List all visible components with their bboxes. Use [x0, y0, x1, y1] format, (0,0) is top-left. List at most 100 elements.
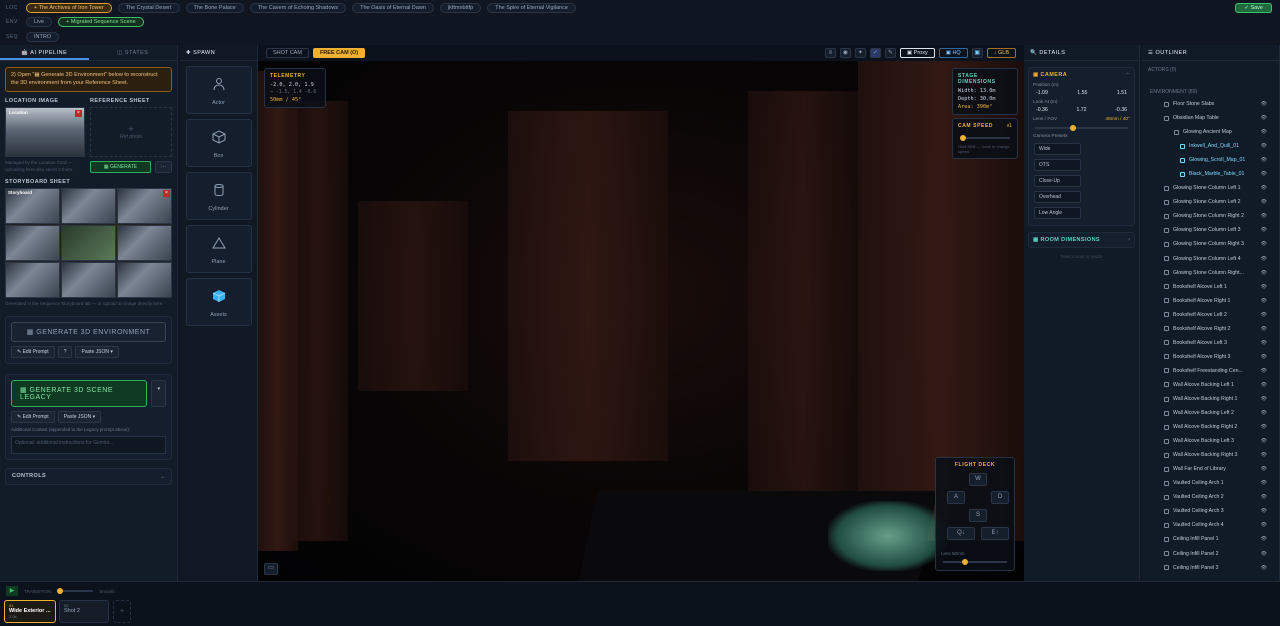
visibility-icon[interactable]: 👁	[1261, 536, 1267, 542]
outliner-item[interactable]: Wall Alcove Backing Left 1 👁	[1142, 378, 1279, 392]
visibility-icon[interactable]: 👁	[1261, 382, 1267, 388]
outliner-item[interactable]: Vaulted Ceiling Arch 3 👁	[1142, 504, 1279, 518]
outliner-item[interactable]: Vaulted Ceiling Arch 1 👁	[1142, 476, 1279, 490]
visibility-icon[interactable]: 👁	[1261, 522, 1267, 528]
outliner-item[interactable]: Floor Stone Slabs 👁	[1142, 97, 1279, 111]
env-tab-live[interactable]: Live	[26, 16, 53, 27]
outliner-item[interactable]: Vaulted Ceiling Arch 2 👁	[1142, 490, 1279, 504]
outliner-item[interactable]: Bookshelf Alcove Left 2 👁	[1142, 308, 1279, 322]
pen-icon[interactable]: ✓	[869, 48, 881, 58]
chevron-icon[interactable]: ⌃	[1125, 72, 1130, 79]
tab-shot-cam[interactable]: SHOT CAM	[266, 48, 309, 58]
outliner-item[interactable]: Wall Alcove Backing Right 3 👁	[1142, 448, 1279, 462]
generate-button[interactable]: ▦ GENERATE	[90, 161, 151, 174]
tab-ai-pipeline[interactable]: 🤖 AI PIPELINE	[0, 45, 89, 60]
3d-viewport[interactable]: SHOT CAM FREE CAM (O) ≡ ◉ ✦ ✓ ✎ ▣ Proxy …	[258, 45, 1024, 581]
grid-icon[interactable]: ≡	[824, 48, 836, 58]
visibility-icon[interactable]: 👁	[1261, 171, 1267, 177]
glb-button[interactable]: ↓ GLB	[986, 48, 1016, 58]
outliner-item[interactable]: Vaulted Ceiling Arch 4 👁	[1142, 518, 1279, 532]
legacy-dropdown-button[interactable]: ▾	[151, 379, 166, 407]
tab-states[interactable]: ◫ STATES	[89, 45, 178, 60]
location-tab[interactable]: jkftmnbttfp	[439, 2, 482, 13]
visibility-icon[interactable]: 👁	[1261, 368, 1267, 374]
spawn-assets[interactable]: Assets	[185, 278, 252, 326]
preset-low-angle[interactable]: Low Angle	[1034, 207, 1081, 219]
visibility-icon[interactable]: 👁	[1261, 326, 1267, 332]
visibility-icon[interactable]: 👁	[1261, 312, 1267, 318]
spawn-cylinder[interactable]: Cylinder	[185, 172, 252, 220]
outliner-item[interactable]: Wall Alcove Backing Right 1 👁	[1142, 392, 1279, 406]
outliner-item[interactable]: Bookshelf Alcove Left 1 👁	[1142, 280, 1279, 294]
visibility-icon[interactable]: 👁	[1261, 227, 1267, 233]
visibility-icon[interactable]: 👁	[1261, 270, 1267, 276]
preset-close-up[interactable]: Close-Up	[1034, 175, 1081, 187]
location-tab[interactable]: The Cavern of Echoing Shadows	[249, 2, 347, 13]
visibility-icon[interactable]: 👁	[1261, 354, 1267, 360]
generate-3d-environment-button[interactable]: ▦ GENERATE 3D ENVIRONMENT	[11, 321, 166, 342]
position-values[interactable]: -1.09 1.55 1.51	[1033, 90, 1130, 96]
lens-slider[interactable]	[943, 559, 1007, 565]
key-q[interactable]: Q↓	[947, 527, 975, 540]
visibility-icon[interactable]: 👁	[1261, 213, 1267, 219]
visibility-icon[interactable]: 👁	[1261, 199, 1267, 205]
visibility-icon[interactable]: 👁	[1261, 115, 1267, 121]
seq-tab-intro[interactable]: INTRO	[26, 31, 60, 42]
reference-upload[interactable]: + Ref photo	[90, 107, 172, 158]
outliner-item[interactable]: Wall Alcove Backing Left 3 👁	[1142, 434, 1279, 448]
visibility-icon[interactable]: 👁	[1261, 452, 1267, 458]
visibility-icon[interactable]: 👁	[1261, 565, 1267, 571]
location-tab[interactable]: The Bone Palace	[185, 2, 244, 13]
key-d[interactable]: D	[991, 491, 1009, 504]
delete-icon[interactable]: ×	[75, 110, 82, 118]
outliner-item[interactable]: Glowing Stone Column Right 3 👁	[1142, 237, 1279, 251]
outliner-item[interactable]: Glowing Stone Column Left 1 👁	[1142, 181, 1279, 195]
outliner-item[interactable]: Black_Marble_Table_01 👁	[1142, 167, 1279, 181]
location-tab[interactable]: + The Archives of Iron Tower	[26, 2, 112, 13]
palette-icon[interactable]: ◉	[839, 48, 851, 58]
outliner-item[interactable]: Bookshelf Alcove Right 1 👁	[1142, 294, 1279, 308]
delete-icon[interactable]: ×	[163, 190, 170, 198]
outliner-item[interactable]: Glowing_Scroll_Map_01 👁	[1142, 153, 1279, 167]
visibility-icon[interactable]: 👁	[1261, 424, 1267, 430]
visibility-icon[interactable]: 👁	[1261, 298, 1267, 304]
look-z[interactable]: -0.36	[1115, 107, 1127, 113]
outliner-item[interactable]: Glowing Stone Column Left 2 👁	[1142, 195, 1279, 209]
spawn-actor[interactable]: Actor	[185, 66, 252, 114]
lens-fov-slider[interactable]	[1035, 125, 1128, 131]
paste-json-button[interactable]: Paste JSON ▾	[75, 345, 119, 358]
pos-x[interactable]: -1.09	[1036, 90, 1048, 96]
visibility-icon[interactable]: 👁	[1261, 241, 1267, 247]
screen-icon[interactable]: ▭	[264, 563, 278, 575]
visibility-icon[interactable]: 👁	[1261, 129, 1267, 135]
visibility-icon[interactable]: 👁	[1261, 284, 1267, 290]
visibility-icon[interactable]: 👁	[1261, 466, 1267, 472]
visibility-icon[interactable]: 👁	[1261, 494, 1267, 500]
preset-overhead[interactable]: Overhead	[1034, 191, 1081, 203]
room-dimensions-section[interactable]: ▦ ROOM DIMENSIONS ›	[1028, 232, 1135, 248]
outliner-item[interactable]: Wall Alcove Backing Right 2 👁	[1142, 420, 1279, 434]
play-icon[interactable]: ▶	[6, 586, 18, 596]
visibility-icon[interactable]: 👁	[1261, 157, 1267, 163]
visibility-icon[interactable]: 👁	[1261, 396, 1267, 402]
outliner-item[interactable]: Bookshelf Alcove Right 3 👁	[1142, 350, 1279, 364]
visibility-icon[interactable]: 👁	[1261, 340, 1267, 346]
edit-prompt-button[interactable]: ✎ Edit Prompt	[11, 410, 55, 423]
outliner-item[interactable]: Obsidian Map Table 👁	[1142, 111, 1279, 125]
environment-header[interactable]: ENVIRONMENT (89)	[1142, 73, 1279, 97]
outliner-item[interactable]: Glowing Stone Column Left 4 👁	[1142, 252, 1279, 266]
image-icon[interactable]: ▣	[971, 48, 983, 58]
visibility-icon[interactable]: 👁	[1261, 256, 1267, 262]
brush-icon[interactable]: ✎	[884, 48, 896, 58]
cam-speed-slider[interactable]	[960, 135, 1010, 141]
preset-ots[interactable]: OTS	[1034, 159, 1081, 171]
visibility-icon[interactable]: 👁	[1261, 185, 1267, 191]
spawn-box[interactable]: Box	[185, 119, 252, 167]
context-textarea[interactable]: Optional: additional instructions for Ge…	[11, 435, 166, 454]
save-button[interactable]: ✓ Save	[1235, 3, 1272, 13]
outliner-item[interactable]: Glowing Stone Column Left 3 👁	[1142, 223, 1279, 237]
outliner-item[interactable]: Ceiling Infill Panel 2 👁	[1142, 547, 1279, 561]
visibility-icon[interactable]: 👁	[1261, 508, 1267, 514]
look-y[interactable]: 1.72	[1076, 107, 1086, 113]
outliner-item[interactable]: Ceiling Infill Panel 3 👁	[1142, 561, 1279, 575]
